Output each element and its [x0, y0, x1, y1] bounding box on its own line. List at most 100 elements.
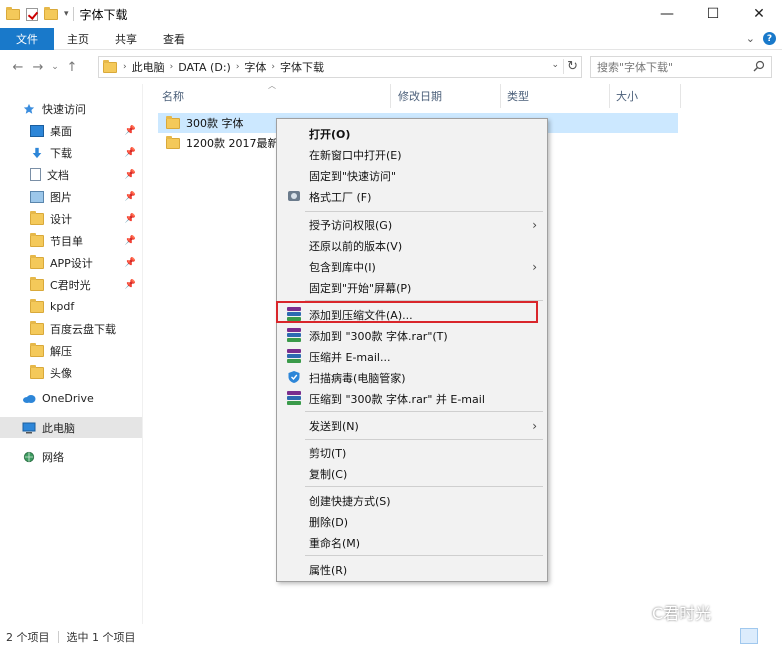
refresh-icon[interactable]: ↻ [563, 59, 578, 74]
menu-item-compress-email[interactable]: 压缩并 E-mail... [277, 346, 547, 367]
sidebar-item-label: kpdf [50, 300, 75, 313]
menu-item-label: 创建快捷方式(S) [309, 494, 391, 508]
breadcrumb-separator-icon[interactable]: › [123, 62, 127, 72]
close-button[interactable]: ✕ [736, 0, 782, 28]
sidebar-item-extract[interactable]: 解压 [0, 340, 142, 361]
menu-item-send-to[interactable]: 发送到(N) › [277, 415, 547, 436]
search-input[interactable]: 搜索"字体下载" [590, 56, 772, 78]
sidebar-item-network[interactable]: 网络 [0, 446, 142, 467]
sidebar-item-app-design[interactable]: APP设计 📌 [0, 252, 142, 273]
forward-button[interactable]: → [28, 60, 48, 75]
back-button[interactable]: ← [8, 60, 28, 75]
sidebar-item-program-list[interactable]: 节目单 📌 [0, 230, 142, 251]
maximize-button[interactable]: ☐ [690, 0, 736, 28]
title-bar: ▾ 字体下载 — ☐ ✕ [0, 0, 782, 28]
breadcrumb-font-downloads[interactable]: 字体下载 [280, 59, 324, 75]
pin-icon[interactable]: 📌 [125, 148, 136, 158]
menu-item-cut[interactable]: 剪切(T) [277, 442, 547, 463]
menu-item-compress-rar-email[interactable]: 压缩到 "300款 字体.rar" 并 E-mail [277, 388, 547, 409]
menu-item-grant-access[interactable]: 授予访问权限(G) › [277, 214, 547, 235]
column-header-modified[interactable]: 修改日期 [398, 84, 442, 108]
menu-item-open-new-window[interactable]: 在新窗口中打开(E) [277, 144, 547, 165]
up-button[interactable]: ↑ [62, 60, 82, 75]
recent-locations-button[interactable]: ⌄ [48, 62, 62, 72]
folder-icon [30, 232, 44, 247]
search-icon[interactable] [753, 60, 765, 72]
menu-separator [305, 486, 543, 487]
menu-item-label: 包含到库中(I) [309, 260, 376, 274]
submenu-arrow-icon: › [532, 418, 537, 433]
expand-ribbon-icon[interactable]: ⌄ [746, 32, 755, 45]
menu-item-add-to-rar[interactable]: 添加到 "300款 字体.rar"(T) [277, 325, 547, 346]
sidebar-item-desktop[interactable]: 桌面 📌 [0, 120, 142, 141]
menu-item-label: 固定到"开始"屏幕(P) [309, 281, 412, 295]
properties-icon[interactable] [26, 7, 38, 21]
menu-item-create-shortcut[interactable]: 创建快捷方式(S) [277, 490, 547, 511]
sidebar-item-avatars[interactable]: 头像 [0, 362, 142, 383]
pin-icon[interactable]: 📌 [125, 236, 136, 246]
tab-view[interactable]: 查看 [150, 28, 198, 50]
pin-icon[interactable]: 📌 [125, 214, 136, 224]
pane-divider[interactable] [142, 84, 143, 624]
menu-item-delete[interactable]: 删除(D) [277, 511, 547, 532]
pin-icon[interactable]: 📌 [125, 126, 136, 136]
sidebar-item-baidu-downloads[interactable]: 百度云盘下载 [0, 318, 142, 339]
customize-toolbar-icon[interactable]: ▾ [64, 9, 69, 19]
menu-item-pin-quick-access[interactable]: 固定到"快速访问" [277, 165, 547, 186]
menu-item-restore-versions[interactable]: 还原以前的版本(V) [277, 235, 547, 256]
column-divider[interactable] [500, 84, 501, 108]
menu-item-scan-virus[interactable]: 扫描病毒(电脑管家) [277, 367, 547, 388]
menu-item-pin-start[interactable]: 固定到"开始"屏幕(P) [277, 277, 547, 298]
minimize-button[interactable]: — [644, 0, 690, 28]
breadcrumb-separator-icon[interactable]: › [236, 62, 240, 72]
sidebar-item-kpdf[interactable]: kpdf [0, 296, 142, 317]
computer-icon [22, 422, 36, 433]
pin-icon[interactable]: 📌 [125, 170, 136, 180]
menu-separator [305, 555, 543, 556]
pin-icon[interactable]: 📌 [125, 192, 136, 202]
menu-item-copy[interactable]: 复制(C) [277, 463, 547, 484]
help-icon[interactable]: ? [763, 32, 776, 45]
pin-icon[interactable]: 📌 [125, 258, 136, 268]
pin-icon[interactable]: 📌 [125, 280, 136, 290]
sidebar-item-pictures[interactable]: 图片 📌 [0, 186, 142, 207]
breadcrumb-fonts[interactable]: 字体 [244, 59, 266, 75]
navigation-pane: 快速访问 桌面 📌 下载 📌 文档 📌 图片 📌 设计 📌 节目单 📌 APP设… [0, 84, 142, 624]
sidebar-item-this-pc[interactable]: 此电脑 [0, 417, 142, 438]
sidebar-item-downloads[interactable]: 下载 📌 [0, 142, 142, 163]
sidebar-item-c-jun-shiguang[interactable]: C君时光 📌 [0, 274, 142, 295]
address-bar[interactable]: › 此电脑 › DATA (D:) › 字体 › 字体下载 ⌄ ↻ [98, 56, 582, 78]
sidebar-item-documents[interactable]: 文档 📌 [0, 164, 142, 185]
menu-item-open[interactable]: 打开(O) [277, 123, 547, 144]
menu-item-label: 打开(O) [309, 127, 351, 141]
folder-icon [166, 115, 180, 129]
column-header-name[interactable]: 名称 [162, 84, 184, 108]
column-divider[interactable] [390, 84, 391, 108]
menu-item-label: 格式工厂 (F) [309, 190, 372, 204]
sidebar-item-quick-access[interactable]: 快速访问 [0, 98, 142, 119]
breadcrumb-separator-icon[interactable]: › [170, 62, 174, 72]
new-folder-icon[interactable] [44, 6, 58, 20]
menu-item-format-factory[interactable]: 格式工厂 (F) [277, 186, 547, 207]
winrar-icon [287, 349, 301, 363]
sidebar-item-design[interactable]: 设计 📌 [0, 208, 142, 229]
tab-share[interactable]: 共享 [102, 28, 150, 50]
folder-icon [6, 6, 20, 20]
details-view-button[interactable] [740, 628, 758, 644]
sidebar-item-onedrive[interactable]: OneDrive [0, 388, 142, 409]
large-icons-view-button[interactable] [760, 628, 778, 644]
address-dropdown-icon[interactable]: ⌄ [551, 60, 559, 70]
column-header-type[interactable]: 类型 [507, 84, 529, 108]
breadcrumb-separator-icon[interactable]: › [271, 62, 275, 72]
column-divider[interactable] [680, 84, 681, 108]
menu-item-include-library[interactable]: 包含到库中(I) › [277, 256, 547, 277]
tab-home[interactable]: 主页 [54, 28, 102, 50]
menu-item-rename[interactable]: 重命名(M) [277, 532, 547, 553]
column-divider[interactable] [609, 84, 610, 108]
tab-file[interactable]: 文件 [0, 27, 54, 50]
breadcrumb-drive[interactable]: DATA (D:) [178, 61, 231, 74]
menu-item-properties[interactable]: 属性(R) [277, 559, 547, 580]
breadcrumb-this-pc[interactable]: 此电脑 [132, 59, 165, 75]
navigation-bar: ← → ⌄ ↑ › 此电脑 › DATA (D:) › 字体 › 字体下载 ⌄ … [0, 54, 782, 80]
column-header-size[interactable]: 大小 [616, 84, 638, 108]
